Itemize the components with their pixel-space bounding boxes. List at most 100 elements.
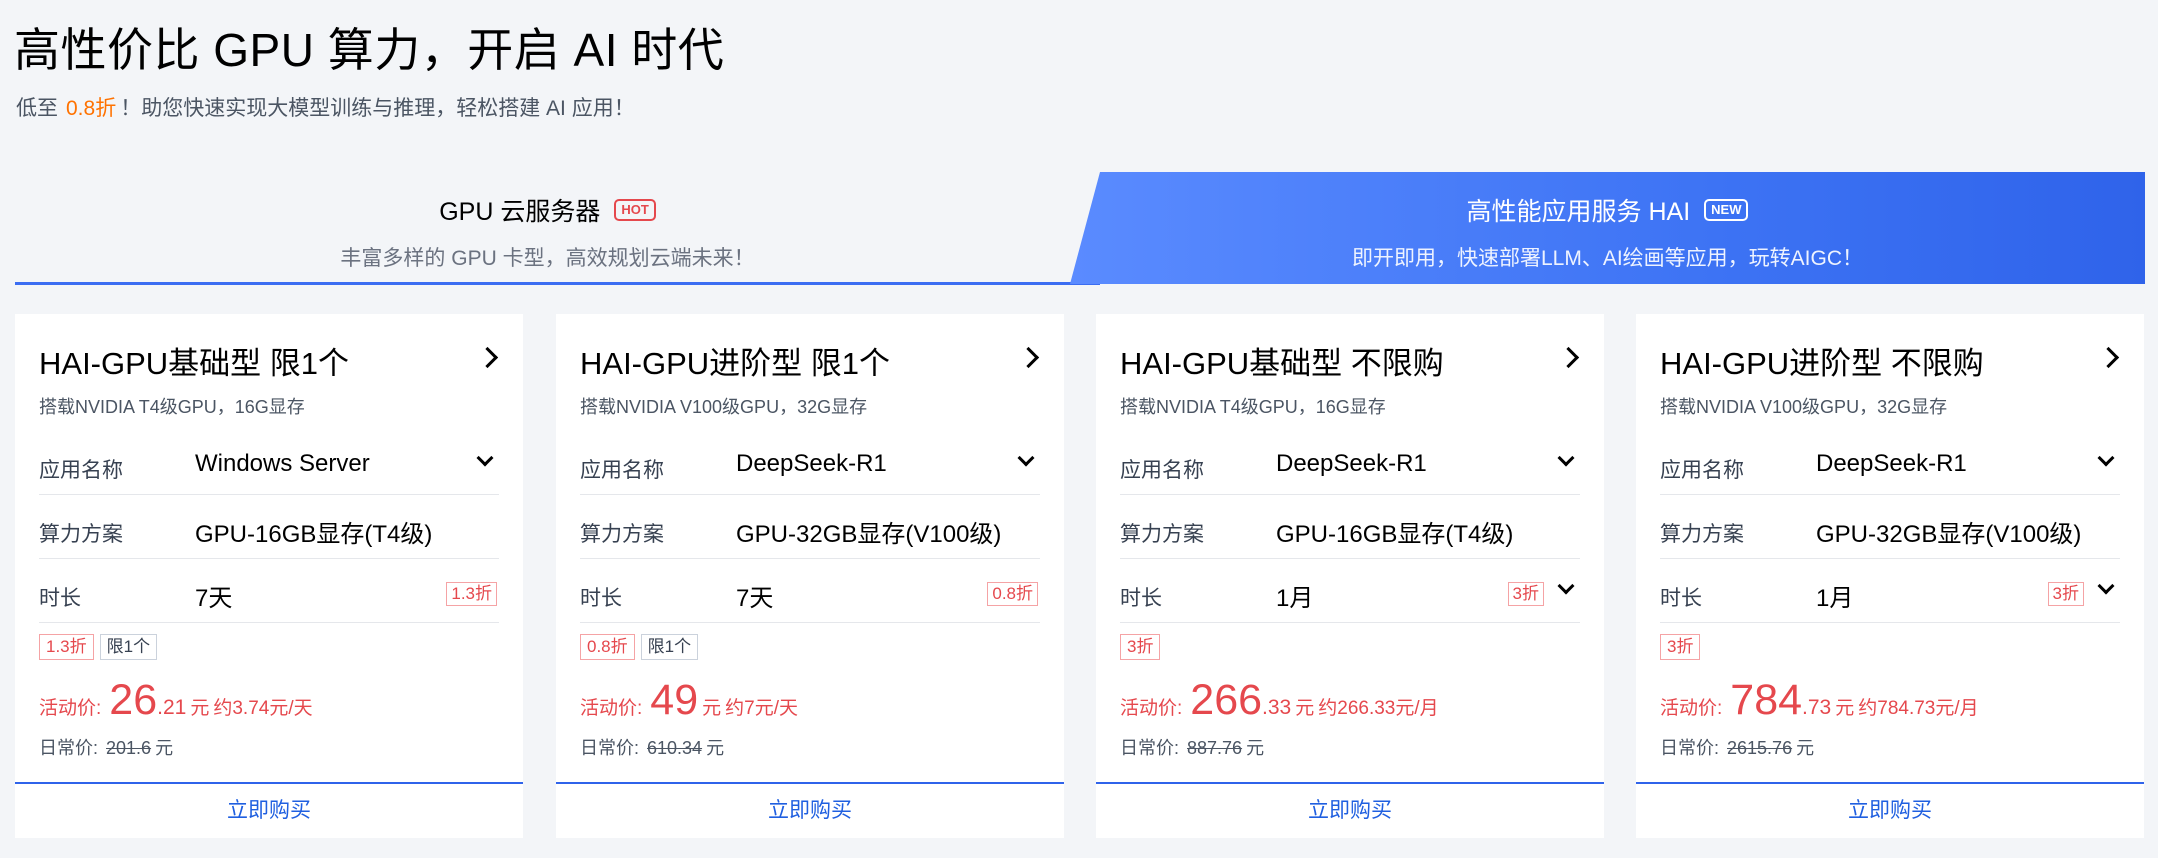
duration-select[interactable]: 时长 1月 3折	[1660, 560, 2120, 623]
regular-price-label: 日常价:	[1660, 738, 1720, 758]
compute-plan-row: 算力方案 GPU-32GB显存(V100级)	[580, 496, 1040, 559]
tab-subtitle: 丰富多样的 GPU 卡型，高效规划云端未来！	[340, 247, 755, 270]
field-label: 时长	[1660, 587, 1702, 610]
regular-price-label: 日常价:	[39, 738, 99, 758]
price-currency: 元	[1295, 698, 1315, 719]
buy-now-button[interactable]: 立即购买	[556, 782, 1064, 838]
discount-tag: 3折	[1660, 634, 1701, 660]
regular-price-currency: 元	[1796, 738, 1815, 758]
field-label: 应用名称	[39, 459, 123, 482]
card-description: 搭载NVIDIA T4级GPU，16G显存	[1120, 397, 1386, 417]
tag-list: 0.8折 限1个	[580, 634, 699, 660]
card-header[interactable]: HAI-GPU基础型 不限购 搭载NVIDIA T4级GPU，16G显存	[1120, 338, 1580, 419]
tab-gpu-cloud-server[interactable]: GPU 云服务器 HOT 丰富多样的 GPU 卡型，高效规划云端未来！	[15, 172, 1100, 285]
price-per-unit: 约784.73元/月	[1858, 698, 1979, 719]
buy-now-button[interactable]: 立即购买	[15, 782, 523, 838]
card-title: HAI-GPU基础型 限1个	[39, 346, 350, 381]
price-integer: 49	[650, 676, 699, 724]
regular-price: 日常价: 887.76 元	[1120, 734, 1264, 760]
field-label: 算力方案	[39, 523, 123, 546]
card-header[interactable]: HAI-GPU进阶型 不限购搭载NVIDIA V100级GPU，32G显存	[1660, 338, 2120, 419]
card-header[interactable]: HAI-GPU进阶型 限1个搭载NVIDIA V100级GPU，32G显存	[580, 338, 1040, 419]
discount-tag: 1.3折	[39, 634, 94, 660]
regular-price-currency: 元	[1246, 738, 1265, 758]
price-integer: 26	[109, 676, 158, 724]
field-label: 时长	[1120, 587, 1162, 610]
regular-price: 日常价: 201.6 元	[39, 734, 173, 760]
app-name-select[interactable]: 应用名称 DeepSeek-R1	[580, 432, 1040, 495]
buy-now-button[interactable]: 立即购买	[1096, 782, 1604, 838]
chevron-down-icon[interactable]	[476, 449, 494, 467]
card-title: HAI-GPU进阶型 不限购	[1660, 346, 1984, 381]
price-integer: 784	[1730, 676, 1803, 724]
app-name-value: DeepSeek-R1	[1276, 450, 1427, 477]
new-badge: NEW	[1704, 199, 1749, 221]
promo-price: 活动价: 49 元约7元/天	[580, 676, 798, 725]
page-subtitle: 低至 0.8折 ！助您快速实现大模型训练与推理，轻松搭建 AI 应用！	[16, 92, 635, 122]
regular-price-value: 201.6	[106, 738, 152, 758]
promo-price: 活动价: 266.33 元约266.33元/月	[1120, 676, 1439, 725]
promo-price-label: 活动价:	[1120, 698, 1183, 719]
app-name-select[interactable]: 应用名称 DeepSeek-R1	[1120, 432, 1580, 495]
compute-plan-value: GPU-32GB显存(V100级)	[736, 521, 1002, 548]
discount-tag: 0.8折	[580, 634, 635, 660]
price-per-unit: 约7元/天	[725, 698, 798, 719]
product-tabs: GPU 云服务器 HOT 丰富多样的 GPU 卡型，高效规划云端未来！ 高性能应…	[15, 172, 2145, 285]
regular-price-value: 610.34	[647, 738, 703, 758]
card-description: 搭载NVIDIA V100级GPU，32G显存	[1660, 397, 1948, 417]
subtitle-highlight: 0.8折	[66, 97, 117, 120]
tab-title: GPU 云服务器	[439, 198, 601, 226]
compute-plan-value: GPU-16GB显存(T4级)	[195, 521, 433, 548]
compute-plan-row: 算力方案 GPU-16GB显存(T4级)	[39, 496, 499, 559]
chevron-down-icon[interactable]	[1017, 449, 1035, 467]
duration-value: 7天	[736, 585, 774, 612]
price-currency: 元	[1835, 698, 1855, 719]
price-currency: 元	[190, 698, 210, 719]
card-header[interactable]: HAI-GPU基础型 限1个 搭载NVIDIA T4级GPU，16G显存	[39, 338, 499, 419]
promo-price-label: 活动价:	[39, 698, 102, 719]
tag-list: 1.3折 限1个	[39, 634, 158, 660]
regular-price: 日常价: 2615.76 元	[1660, 734, 1814, 760]
promo-price: 活动价: 26.21 元约3.74元/天	[39, 676, 313, 725]
app-name-value: DeepSeek-R1	[736, 450, 887, 477]
app-name-value: Windows Server	[195, 450, 370, 477]
regular-price-value: 2615.76	[1727, 738, 1793, 758]
duration-select[interactable]: 时长 1月 3折	[1120, 560, 1580, 623]
price-currency: 元	[702, 698, 722, 719]
duration-value: 7天	[195, 585, 233, 612]
app-name-select[interactable]: 应用名称 DeepSeek-R1	[1660, 432, 2120, 495]
compute-plan-row: 算力方案 GPU-32GB显存(V100级)	[1660, 496, 2120, 559]
product-card: HAI-GPU基础型 不限购 搭载NVIDIA T4级GPU，16G显存应用名称 D…	[1096, 314, 1604, 838]
chevron-down-icon[interactable]	[1557, 577, 1575, 595]
regular-price-currency: 元	[706, 738, 725, 758]
limit-tag: 限1个	[640, 634, 699, 660]
tab-subtitle: 即开即用，快速部署LLM、AI绘画等应用，玩转AIGC！	[1351, 247, 1864, 270]
regular-price: 日常价: 610.34 元	[580, 734, 724, 760]
chevron-down-icon[interactable]	[2097, 449, 2115, 467]
app-name-select[interactable]: 应用名称 Windows Server	[39, 432, 499, 495]
buy-now-button[interactable]: 立即购买	[1636, 782, 2144, 838]
field-label: 时长	[580, 587, 622, 610]
tag-list: 3折	[1660, 634, 1701, 660]
price-per-unit: 约3.74元/天	[213, 698, 313, 719]
card-description: 搭载NVIDIA V100级GPU，32G显存	[580, 397, 868, 417]
regular-price-label: 日常价:	[580, 738, 640, 758]
duration-value: 1月	[1816, 585, 1854, 612]
duration-select: 时长 7天 0.8折	[580, 560, 1040, 623]
promo-price-label: 活动价:	[1660, 698, 1723, 719]
compute-plan-value: GPU-32GB显存(V100级)	[1816, 521, 2082, 548]
duration-discount-badge: 0.8折	[987, 582, 1038, 606]
card-title: HAI-GPU进阶型 限1个	[580, 346, 891, 381]
chevron-down-icon[interactable]	[2097, 577, 2115, 595]
app-name-value: DeepSeek-R1	[1816, 450, 1967, 477]
price-per-unit: 约266.33元/月	[1318, 698, 1439, 719]
regular-price-currency: 元	[155, 738, 174, 758]
chevron-down-icon[interactable]	[1557, 449, 1575, 467]
limit-tag: 限1个	[99, 634, 158, 660]
subtitle-text: ！助您快速实现大模型训练与推理，轻松搭建 AI 应用！	[120, 97, 635, 120]
promo-price-label: 活动价:	[580, 698, 643, 719]
tab-hai[interactable]: 高性能应用服务 HAI NEW 即开即用，快速部署LLM、AI绘画等应用，玩转A…	[1070, 172, 2145, 284]
compute-plan-value: GPU-16GB显存(T4级)	[1276, 521, 1514, 548]
field-label: 时长	[39, 587, 81, 610]
regular-price-label: 日常价:	[1120, 738, 1180, 758]
